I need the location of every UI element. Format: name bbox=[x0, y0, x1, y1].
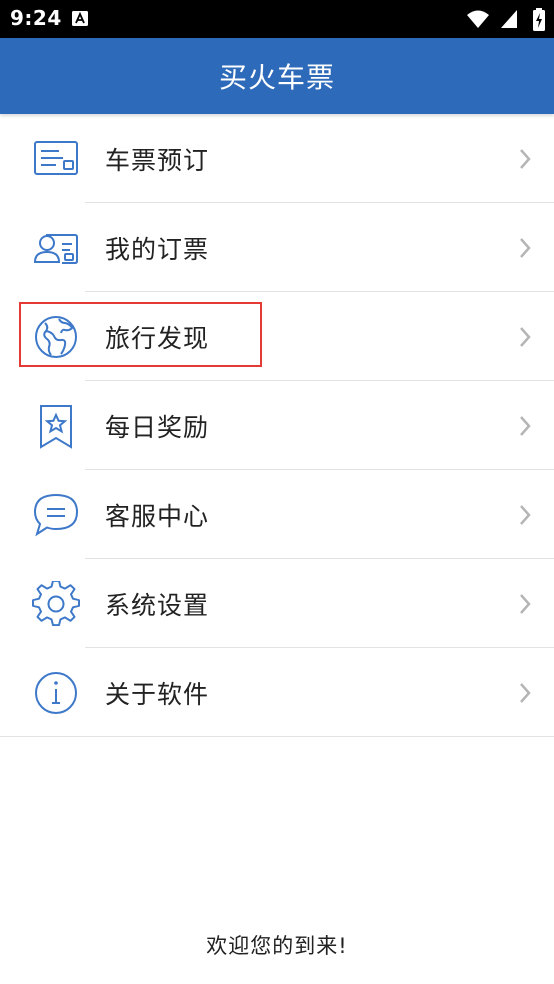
menu-item-ticket-booking[interactable]: 车票预订 bbox=[0, 114, 554, 203]
ticket-card-icon bbox=[32, 136, 80, 182]
menu-item-system-settings[interactable]: 系统设置 bbox=[0, 559, 554, 648]
chevron-right-icon bbox=[518, 236, 532, 260]
user-card-icon bbox=[32, 225, 80, 271]
notification-a-icon bbox=[72, 11, 88, 26]
main-menu: 车票预订 我的订票 旅行发现 每日奖励 客服中心 系统设置 关于软件 bbox=[0, 114, 554, 737]
app-bar: 买火车票 bbox=[0, 38, 554, 114]
signal-icon bbox=[500, 10, 517, 28]
status-time: 9:24 bbox=[10, 6, 62, 30]
chevron-right-icon bbox=[518, 147, 532, 171]
star-bookmark-icon bbox=[32, 403, 80, 449]
chevron-right-icon bbox=[518, 681, 532, 705]
menu-item-label: 系统设置 bbox=[105, 591, 210, 620]
menu-item-label: 关于软件 bbox=[105, 680, 210, 709]
menu-item-about[interactable]: 关于软件 bbox=[0, 648, 554, 737]
divider bbox=[0, 736, 554, 737]
menu-item-label: 车票预订 bbox=[105, 146, 210, 175]
gear-icon bbox=[32, 579, 80, 627]
menu-item-label: 每日奖励 bbox=[105, 413, 210, 442]
status-bar: 9:24 bbox=[0, 0, 554, 38]
chevron-right-icon bbox=[518, 414, 532, 438]
chevron-right-icon bbox=[518, 503, 532, 527]
menu-item-label: 客服中心 bbox=[105, 502, 210, 531]
menu-item-customer-service[interactable]: 客服中心 bbox=[0, 470, 554, 559]
chevron-right-icon bbox=[518, 592, 532, 616]
welcome-message: 欢迎您的到来! bbox=[206, 934, 348, 958]
page-title: 买火车票 bbox=[218, 61, 335, 94]
info-icon bbox=[32, 670, 80, 716]
wifi-icon bbox=[466, 10, 489, 28]
menu-item-my-orders[interactable]: 我的订票 bbox=[0, 203, 554, 292]
menu-item-label: 我的订票 bbox=[105, 235, 210, 264]
chat-bubble-icon bbox=[32, 492, 80, 538]
chevron-right-icon bbox=[518, 325, 532, 349]
battery-charging-icon bbox=[533, 8, 545, 31]
status-icons bbox=[466, 8, 546, 31]
menu-item-daily-reward[interactable]: 每日奖励 bbox=[0, 381, 554, 470]
selection-highlight bbox=[19, 302, 262, 367]
